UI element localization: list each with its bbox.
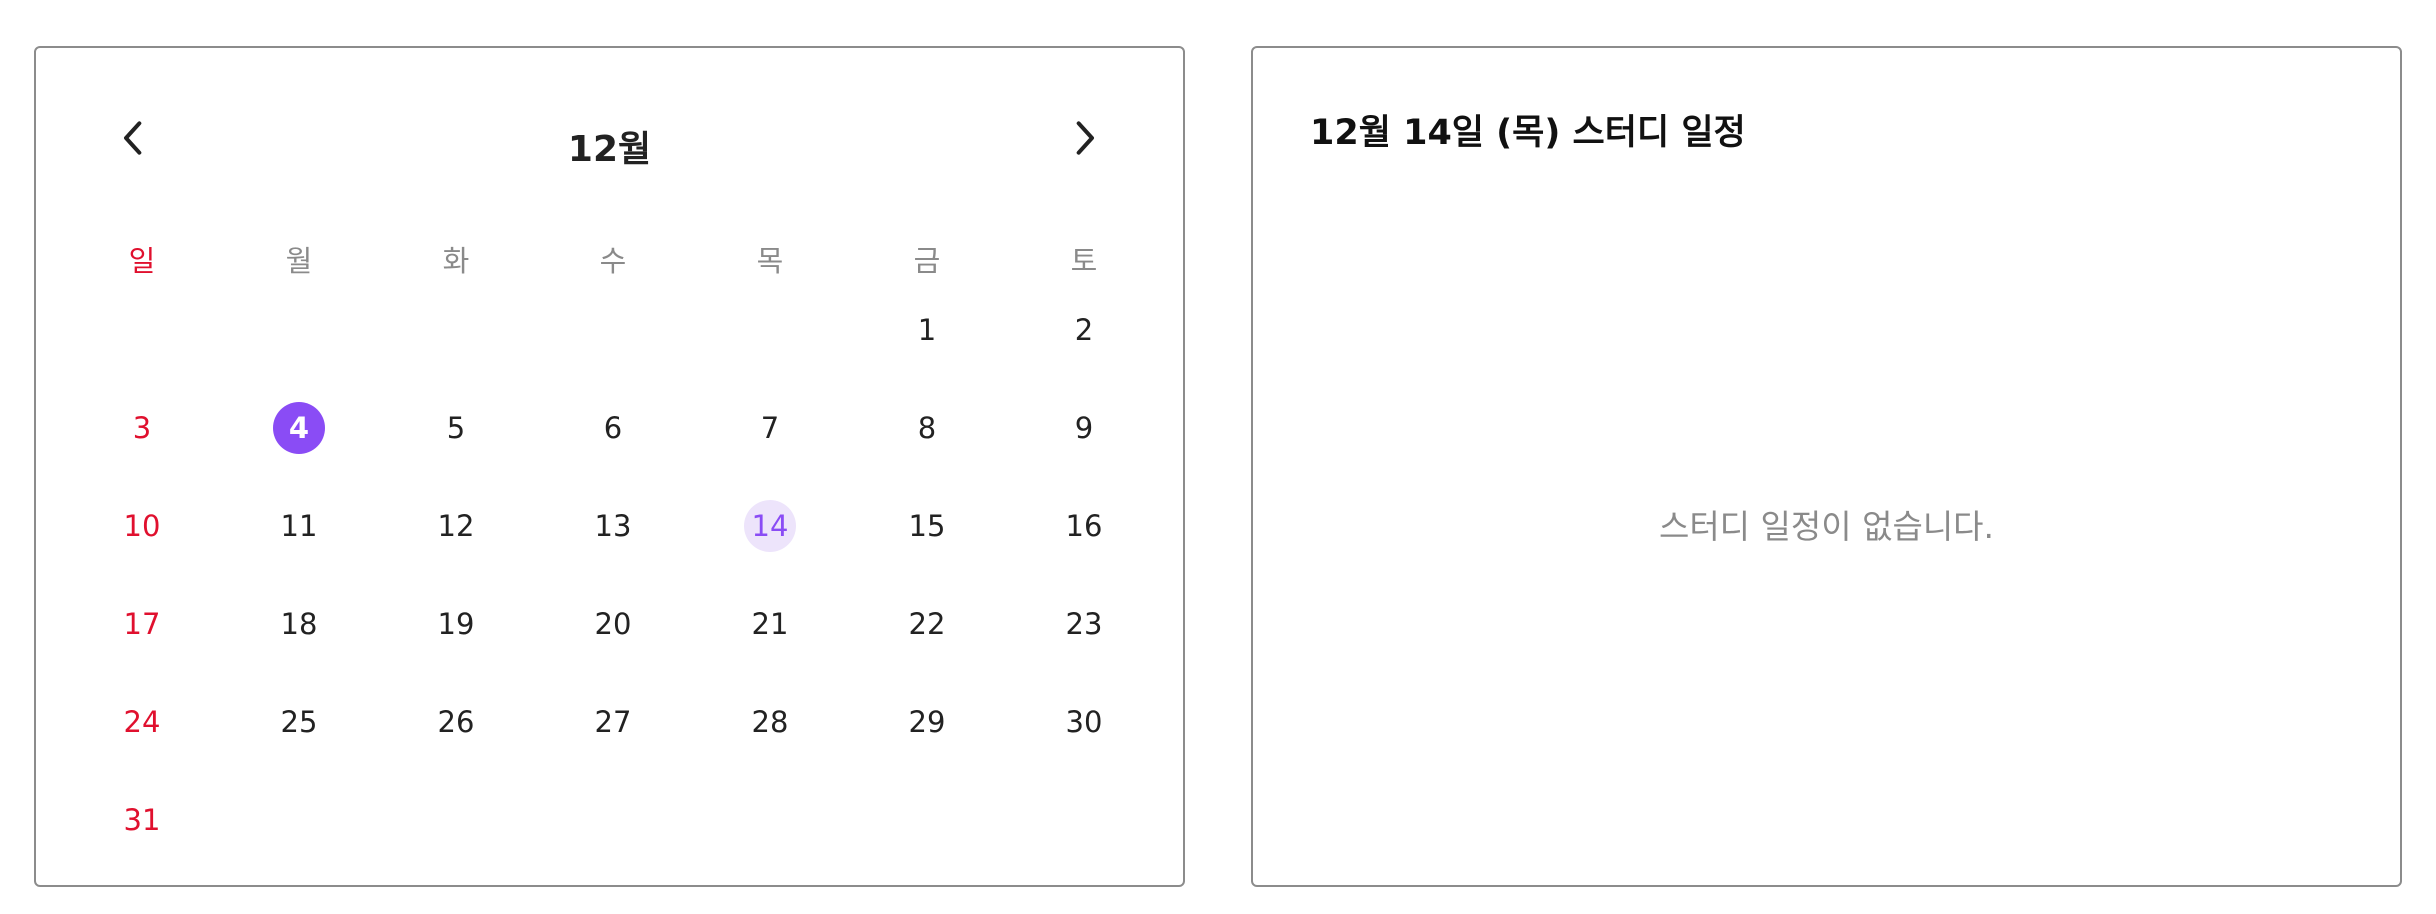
day-cell[interactable]: 11 — [273, 500, 325, 552]
schedule-title: 12월 14일 (목) 스터디 일정 — [1310, 113, 1746, 153]
day-cell[interactable]: 8 — [901, 402, 953, 454]
day-cell[interactable]: 6 — [587, 402, 639, 454]
empty-schedule-message: 스터디 일정이 없습니다. — [1658, 507, 1995, 546]
calendar-panel: 12월 일월화수목금토 1 2 3 4 5 6 7 8 9 10 11 12 13 14 15 16 17 18 1… — [34, 46, 1185, 887]
day-cell[interactable]: 25 — [273, 696, 325, 748]
day-cell[interactable]: 21 — [744, 598, 796, 650]
day-cell[interactable]: 23 — [1058, 598, 1110, 650]
day-cell[interactable]: 19 — [430, 598, 482, 650]
day-cell[interactable]: 29 — [901, 696, 953, 748]
day-cell[interactable]: 1 — [901, 304, 953, 356]
day-cell[interactable]: 26 — [430, 696, 482, 748]
day-cell[interactable]: 16 — [1058, 500, 1110, 552]
day-cell[interactable]: 13 — [587, 500, 639, 552]
day-cell[interactable]: 15 — [901, 500, 953, 552]
day-cell[interactable]: 10 — [116, 500, 168, 552]
day-cell[interactable]: 22 — [901, 598, 953, 650]
day-cell[interactable]: 5 — [430, 402, 482, 454]
day-cell[interactable]: 7 — [744, 402, 796, 454]
day-cell-today[interactable]: 4 — [273, 402, 325, 454]
day-grid: 1 2 3 4 5 6 7 8 9 10 11 12 13 14 15 16 17 18 19 20 21 22 23 24 2… — [36, 48, 1183, 885]
schedule-panel: 12월 14일 (목) 스터디 일정 스터디 일정이 없습니다. — [1251, 46, 2402, 887]
day-cell-selected[interactable]: 14 — [744, 500, 796, 552]
day-cell[interactable]: 28 — [744, 696, 796, 748]
day-cell[interactable]: 31 — [116, 794, 168, 846]
day-cell[interactable]: 17 — [116, 598, 168, 650]
day-cell[interactable]: 30 — [1058, 696, 1110, 748]
day-cell[interactable]: 9 — [1058, 402, 1110, 454]
day-cell[interactable]: 20 — [587, 598, 639, 650]
day-cell[interactable]: 18 — [273, 598, 325, 650]
day-cell[interactable]: 24 — [116, 696, 168, 748]
day-cell[interactable]: 2 — [1058, 304, 1110, 356]
day-cell[interactable]: 12 — [430, 500, 482, 552]
day-cell[interactable]: 27 — [587, 696, 639, 748]
day-cell[interactable]: 3 — [116, 402, 168, 454]
